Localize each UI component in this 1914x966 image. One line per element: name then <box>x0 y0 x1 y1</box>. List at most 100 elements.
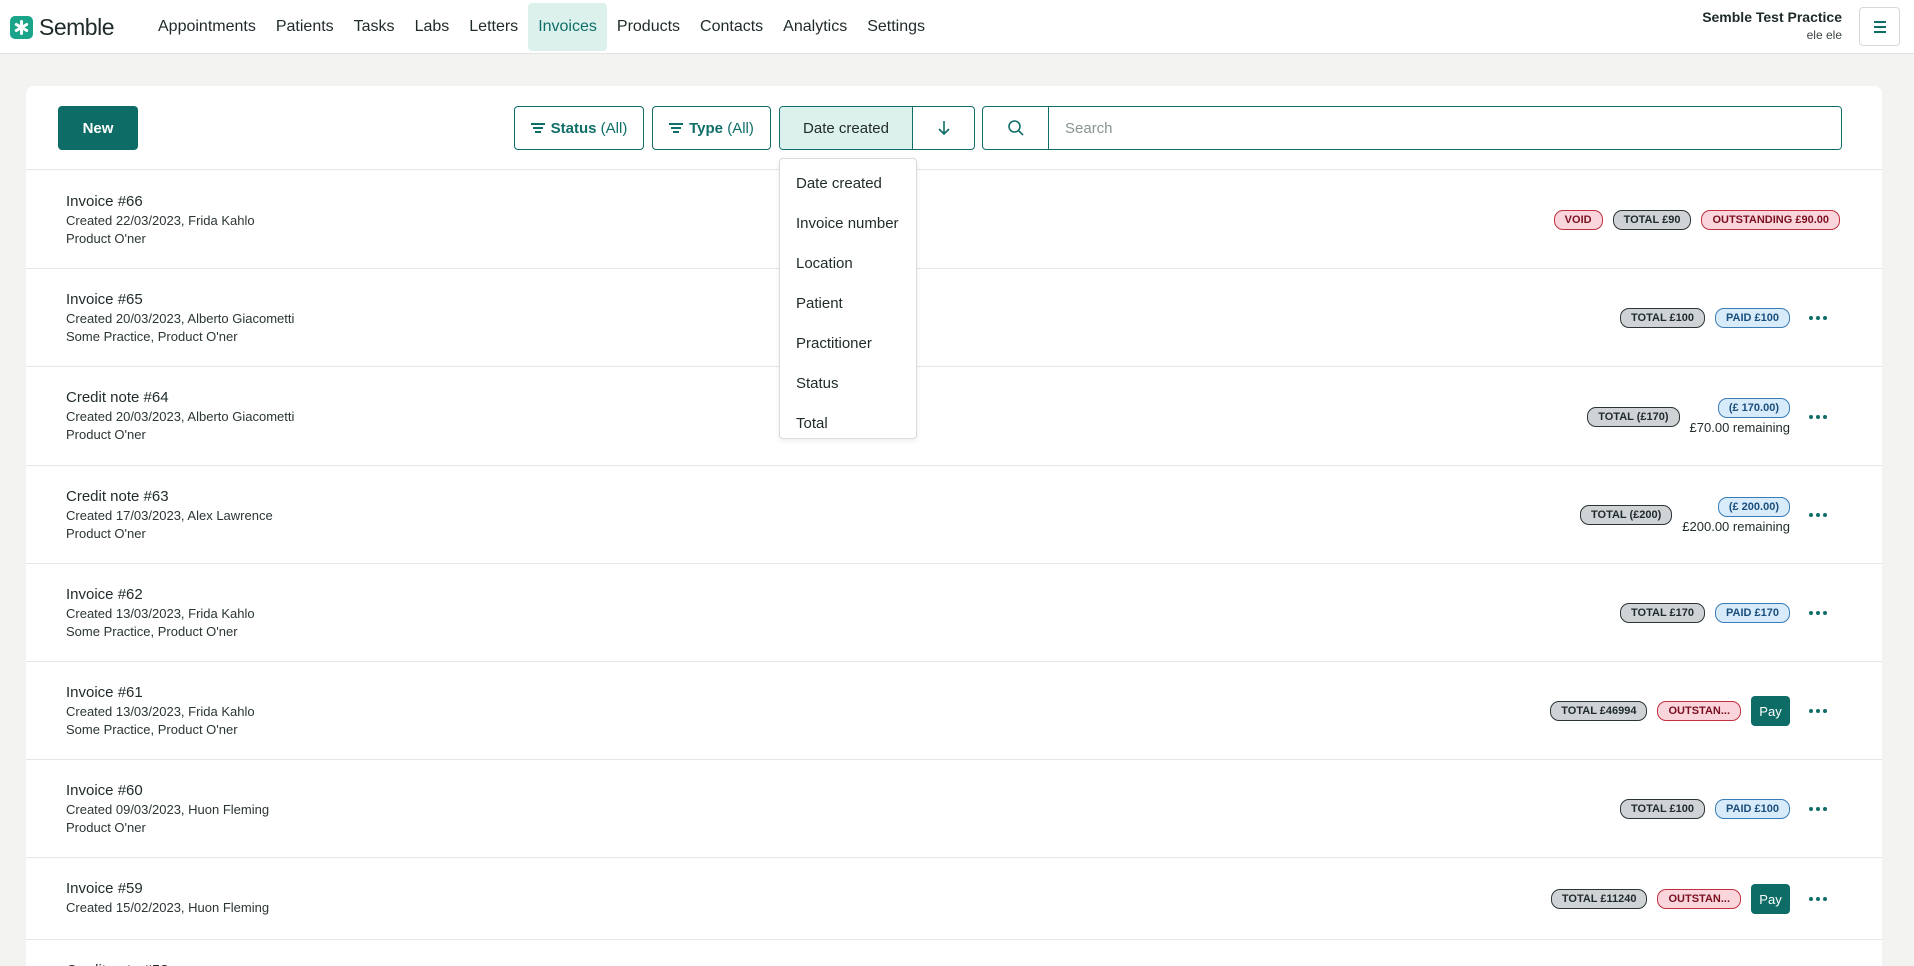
more-options-icon[interactable] <box>1806 699 1830 723</box>
user-name: ele ele <box>1806 28 1842 42</box>
nav-item-appointments[interactable]: Appointments <box>148 3 266 51</box>
invoice-location: Some Practice, Product O'ner <box>66 722 238 737</box>
invoice-badges: VOID TOTAL £90 OUTSTANDING £90.00 <box>1553 208 1840 232</box>
status-badge: TOTAL £100 <box>1620 308 1705 328</box>
status-badge: OUTSTAN... <box>1657 701 1741 721</box>
more-options-icon[interactable] <box>1806 503 1830 527</box>
sort-option[interactable]: Location <box>780 243 916 283</box>
invoice-badges: TOTAL £46994 OUTSTAN... Pay <box>1550 696 1790 726</box>
invoice-created: Created 22/03/2023, Frida Kahlo <box>66 213 255 228</box>
invoice-location: Product O'ner <box>66 231 146 246</box>
invoice-badges: TOTAL £100 PAID £100 <box>1620 306 1790 330</box>
status-badge: OUTSTAN... <box>1657 889 1741 909</box>
status-badge: PAID £170 <box>1715 603 1790 623</box>
nav-item-patients[interactable]: Patients <box>266 3 344 51</box>
status-badge: TOTAL £170 <box>1620 603 1705 623</box>
invoice-location: Product O'ner <box>66 427 146 442</box>
invoice-location: Product O'ner <box>66 526 146 541</box>
invoice-badges: TOTAL (£170) (£ 170.00) £70.00 remaining <box>1587 398 1790 435</box>
invoice-location: Product O'ner <box>66 820 146 835</box>
status-badge: PAID £100 <box>1715 799 1790 819</box>
credit-amount-badge: (£ 200.00) <box>1717 496 1790 517</box>
search-icon <box>1007 120 1024 136</box>
status-filter-button[interactable]: Status (All) <box>514 106 644 150</box>
new-invoice-button[interactable]: New <box>58 106 138 150</box>
practice-name: Semble Test Practice <box>1702 9 1842 25</box>
menu-icon <box>1873 20 1886 23</box>
sort-control: Date created <box>779 106 975 150</box>
hamburger-menu-button[interactable] <box>1859 7 1900 46</box>
sort-direction-button[interactable] <box>913 107 974 149</box>
main-nav: Appointments Patients Tasks Labs Letters Invo… <box>148 0 935 54</box>
nav-item-labs[interactable]: Labs <box>405 3 460 51</box>
invoice-title[interactable]: Invoice #60 <box>66 782 143 799</box>
search-bar <box>982 106 1842 150</box>
invoice-title[interactable]: Credit note #58 <box>66 962 169 966</box>
semble-logo-icon <box>10 16 33 39</box>
invoice-created: Created 17/03/2023, Alex Lawrence <box>66 508 273 523</box>
type-filter-label: Type <box>689 119 724 137</box>
nav-item-settings[interactable]: Settings <box>857 3 935 51</box>
sort-option[interactable]: Practitioner <box>780 323 916 363</box>
account-info[interactable]: Semble Test Practice ele ele <box>1702 9 1842 42</box>
status-badge: TOTAL (£170) <box>1587 406 1680 427</box>
nav-item-letters[interactable]: Letters <box>459 3 528 51</box>
top-navigation-bar: Semble Appointments Patients Tasks Labs Lett… <box>0 0 1914 54</box>
nav-item-contacts[interactable]: Contacts <box>690 3 773 51</box>
invoice-row[interactable]: Invoice #60 Created 09/03/2023, Huon Flem… <box>26 760 1882 858</box>
nav-item-analytics[interactable]: Analytics <box>773 3 857 51</box>
status-badge: TOTAL (£200) <box>1580 505 1673 525</box>
invoice-title[interactable]: Credit note #63 <box>66 488 169 505</box>
invoice-created: Created 20/03/2023, Alberto Giacometti <box>66 409 295 424</box>
invoice-row[interactable]: Credit note #63 Created 17/03/2023, Alex … <box>26 466 1882 564</box>
status-badge: TOTAL £90 <box>1612 210 1692 230</box>
invoice-title[interactable]: Invoice #65 <box>66 291 143 308</box>
filter-icon <box>530 123 545 133</box>
invoice-title[interactable]: Invoice #66 <box>66 193 143 210</box>
invoice-badges: TOTAL £170 PAID £170 <box>1620 601 1790 625</box>
invoice-title[interactable]: Credit note #64 <box>66 389 169 406</box>
status-badge: VOID <box>1553 210 1603 230</box>
status-badge: TOTAL £11240 <box>1550 889 1648 909</box>
invoice-title[interactable]: Invoice #59 <box>66 880 143 897</box>
invoice-row[interactable]: Invoice #66 Created 22/03/2023, Frida Kah… <box>26 171 1882 269</box>
invoice-row[interactable]: Invoice #61 Created 13/03/2023, Frida Kah… <box>26 662 1882 760</box>
more-options-icon[interactable] <box>1806 405 1830 429</box>
nav-item-products[interactable]: Products <box>607 3 690 51</box>
invoice-row[interactable]: Credit note #58 <box>26 940 1882 966</box>
invoice-title[interactable]: Invoice #62 <box>66 586 143 603</box>
status-badge: TOTAL £46994 <box>1550 701 1648 721</box>
invoice-row[interactable]: Invoice #65 Created 20/03/2023, Alberto G… <box>26 269 1882 367</box>
pay-button[interactable]: Pay <box>1751 696 1790 726</box>
search-button[interactable] <box>983 107 1049 149</box>
sort-option[interactable]: Invoice number <box>780 203 916 243</box>
sort-option[interactable]: Patient <box>780 283 916 323</box>
nav-item-invoices[interactable]: Invoices <box>528 3 607 51</box>
invoice-row[interactable]: Invoice #59 Created 15/02/2023, Huon Flem… <box>26 858 1882 940</box>
invoice-row[interactable]: Invoice #62 Created 13/03/2023, Frida Kah… <box>26 564 1882 662</box>
credit-summary: (£ 170.00) £70.00 remaining <box>1690 398 1790 435</box>
sort-option[interactable]: Date created <box>780 163 916 203</box>
brand-name: Semble <box>39 14 114 40</box>
invoice-created: Created 13/03/2023, Frida Kahlo <box>66 606 255 621</box>
more-options-icon[interactable] <box>1806 601 1830 625</box>
more-options-icon[interactable] <box>1806 797 1830 821</box>
semble-logo[interactable]: Semble <box>10 14 114 41</box>
search-input[interactable] <box>1049 107 1841 149</box>
invoice-row[interactable]: Credit note #64 Created 20/03/2023, Alber… <box>26 367 1882 466</box>
more-options-icon[interactable] <box>1806 306 1830 330</box>
invoice-badges: TOTAL £11240 OUTSTAN... Pay <box>1550 884 1790 914</box>
more-options-icon[interactable] <box>1806 887 1830 911</box>
pay-button[interactable]: Pay <box>1751 884 1790 914</box>
sort-field-select[interactable]: Date created <box>780 107 913 149</box>
nav-item-tasks[interactable]: Tasks <box>344 3 405 51</box>
sort-option[interactable]: Status <box>780 363 916 403</box>
sort-option[interactable]: Total <box>780 403 916 443</box>
invoice-location: Some Practice, Product O'ner <box>66 624 238 639</box>
sort-options-dropdown: Date created Invoice number Location Patien… <box>779 158 917 439</box>
invoice-created: Created 20/03/2023, Alberto Giacometti <box>66 311 295 326</box>
invoice-title[interactable]: Invoice #61 <box>66 684 143 701</box>
status-badge: OUTSTANDING £90.00 <box>1701 210 1840 230</box>
filter-icon <box>669 123 684 133</box>
type-filter-button[interactable]: Type (All) <box>652 106 771 150</box>
